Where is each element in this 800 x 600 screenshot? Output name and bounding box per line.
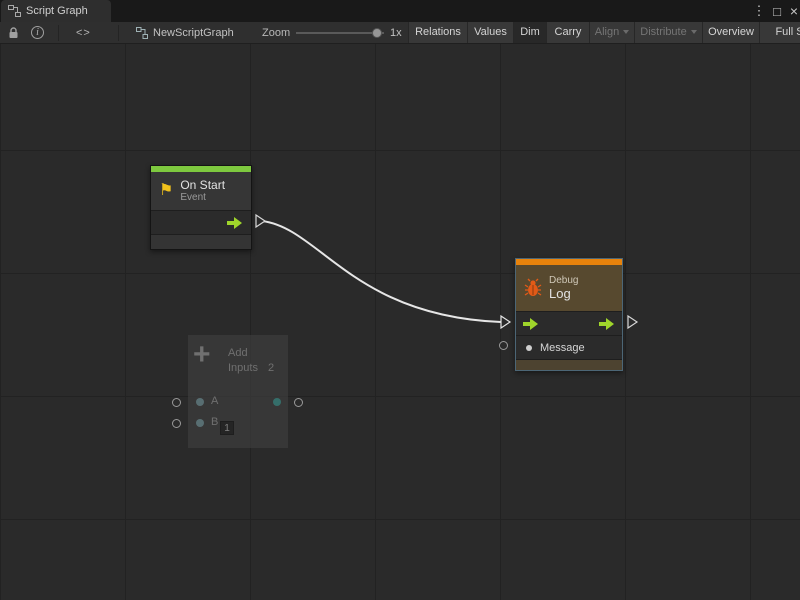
port-a-label: A	[211, 395, 218, 407]
port-b-label: B	[211, 416, 218, 428]
tab-title: Script Graph	[26, 5, 88, 17]
relations-button[interactable]: Relations	[408, 22, 467, 44]
value-port-row: Message	[516, 335, 622, 359]
values-button[interactable]: Values	[467, 22, 513, 44]
ghost-input-count[interactable]: 2	[268, 362, 274, 374]
wire-arrowhead	[501, 316, 510, 328]
onstart-output-port-triangle[interactable]	[256, 215, 265, 227]
node-footer	[516, 359, 622, 370]
kebab-menu-icon[interactable]: ⋮	[750, 0, 768, 22]
graph-toolbar: i <> NewScriptGraph Zoom 1x Relations Va…	[0, 22, 800, 44]
flow-input-arrow-icon[interactable]	[523, 318, 539, 330]
zoom-slider-knob[interactable]	[372, 28, 382, 38]
carry-button[interactable]: Carry	[546, 22, 589, 44]
debug-output-port-triangle[interactable]	[628, 316, 637, 328]
node-title: Log	[549, 287, 578, 301]
flow-output-arrow-icon[interactable]	[227, 217, 243, 229]
result-port-dot[interactable]	[273, 398, 281, 406]
dim-button[interactable]: Dim	[513, 22, 546, 44]
distribute-button[interactable]: Distribute	[634, 22, 702, 44]
info-icon[interactable]: i	[31, 26, 44, 39]
graph-asset-icon	[136, 27, 148, 39]
fullscreen-button[interactable]: Full S	[759, 22, 800, 44]
port-b-dot[interactable]	[196, 419, 204, 427]
bug-icon	[524, 278, 542, 298]
value-port-dot[interactable]	[526, 345, 532, 351]
zoom-slider-track[interactable]	[296, 32, 384, 34]
flow-port-row	[151, 210, 251, 234]
code-icon[interactable]: <>	[76, 22, 91, 44]
connections-layer	[0, 44, 800, 600]
close-icon[interactable]: ×	[785, 0, 800, 22]
plus-icon: +	[193, 338, 211, 372]
toolbar-divider	[118, 25, 119, 41]
graph-canvas[interactable]: ⚑ On Start Event Debug Lo	[0, 44, 800, 600]
zoom-value: 1x	[390, 22, 402, 44]
script-graph-icon	[8, 5, 21, 17]
graph-name[interactable]: NewScriptGraph	[153, 22, 234, 44]
tab-script-graph[interactable]: Script Graph	[1, 0, 111, 22]
align-button[interactable]: Align	[589, 22, 634, 44]
distribute-label: Distribute	[640, 26, 686, 38]
caret-down-icon	[623, 30, 629, 34]
ghost-port-a-circle[interactable]	[172, 398, 181, 407]
flow-port-row	[516, 311, 622, 335]
ghost-port-b-circle[interactable]	[172, 419, 181, 428]
node-header: Debug Log	[516, 265, 622, 311]
node-header: ⚑ On Start Event	[151, 172, 251, 210]
node-footer	[151, 234, 251, 249]
node-add-ghost[interactable]: + Add Inputs 2 A B 1	[188, 335, 288, 448]
align-label: Align	[595, 26, 619, 38]
ghost-title-line1: Add	[228, 347, 248, 359]
flag-icon: ⚑	[159, 183, 173, 199]
node-on-start[interactable]: ⚑ On Start Event	[150, 165, 252, 250]
ghost-title-line2: Inputs	[228, 362, 258, 374]
flow-output-arrow-icon[interactable]	[599, 318, 615, 330]
ghost-result-circle[interactable]	[294, 398, 303, 407]
maximize-icon[interactable]: □	[768, 0, 786, 22]
port-a-dot[interactable]	[196, 398, 204, 406]
caret-down-icon	[691, 30, 697, 34]
zoom-label: Zoom	[262, 22, 290, 44]
message-port-label: Message	[540, 342, 585, 354]
message-port-circle[interactable]	[499, 341, 508, 350]
node-title: On Start	[180, 178, 225, 192]
node-debug-log[interactable]: Debug Log Message	[515, 258, 623, 371]
port-b-value-field[interactable]: 1	[220, 421, 234, 435]
toolbar-divider	[58, 25, 59, 41]
node-subtitle: Event	[180, 192, 225, 204]
window-titlebar: Script Graph ⋮ □ ×	[0, 0, 800, 22]
connection-wire[interactable]	[262, 221, 501, 322]
overview-button[interactable]: Overview	[702, 22, 759, 44]
lock-icon[interactable]	[8, 27, 19, 39]
